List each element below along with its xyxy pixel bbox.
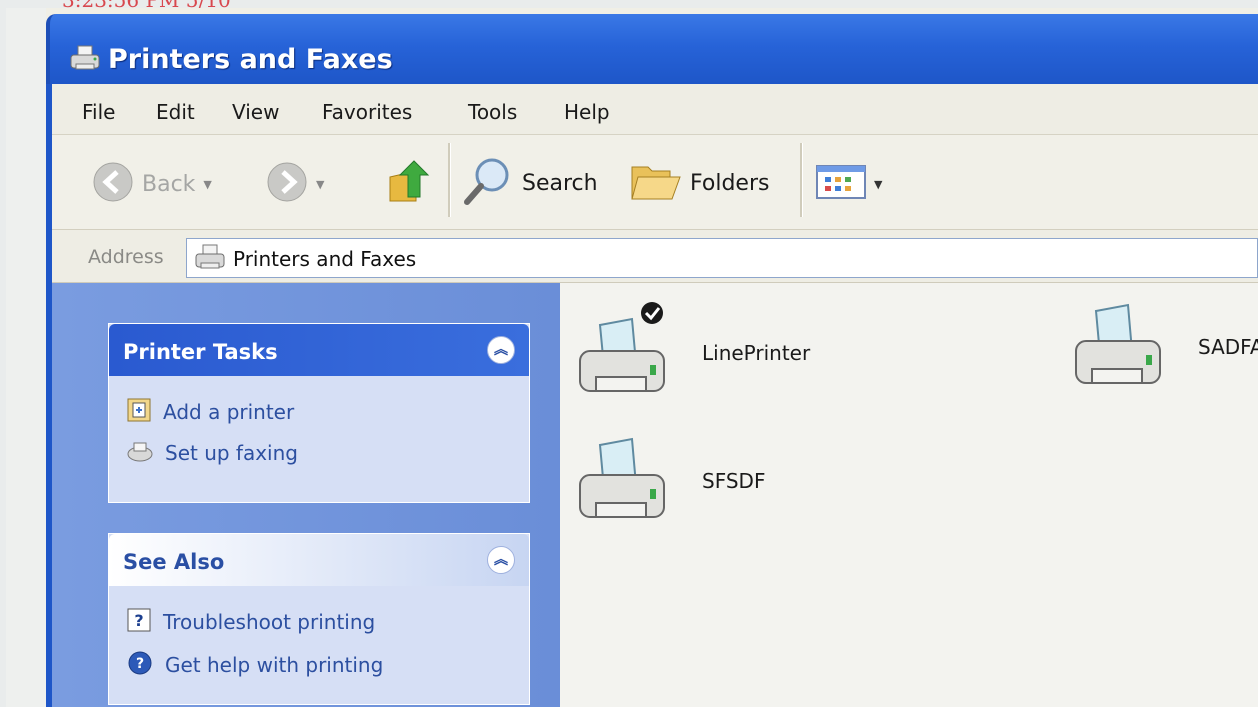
help-circle-icon: ?	[127, 650, 153, 680]
window-title: Printers and Faxes	[108, 44, 393, 75]
task-setup-faxing[interactable]: Set up faxing	[127, 440, 515, 466]
task-get-help-label: Get help with printing	[165, 653, 384, 677]
menu-help[interactable]: Help	[564, 100, 610, 124]
add-printer-icon	[127, 398, 151, 426]
menu-view[interactable]: View	[232, 100, 279, 124]
printer-tasks-header[interactable]: Printer Tasks ︽	[109, 324, 529, 376]
printer-name: LinePrinter	[702, 341, 811, 365]
explorer-window: Printers and Faxes File Edit View Favori…	[6, 8, 1258, 707]
up-folder-button[interactable]	[386, 157, 432, 209]
task-setup-faxing-label: Set up faxing	[165, 441, 298, 465]
search-icon	[462, 155, 514, 211]
up-folder-icon	[386, 157, 432, 209]
see-also-list: ? Troubleshoot printing ? Get help with …	[109, 586, 529, 707]
printer-icon	[1068, 295, 1178, 399]
printers-folder-icon	[193, 243, 227, 277]
address-bar: Address Printers and Faxes	[52, 230, 1258, 283]
folders-label: Folders	[690, 170, 770, 196]
menu-file[interactable]: File	[82, 100, 115, 124]
svg-text:?: ?	[134, 611, 143, 630]
collapse-chevron-icon[interactable]: ︽	[487, 546, 515, 574]
folders-button[interactable]: Folders	[630, 159, 769, 207]
views-dropdown-icon[interactable]: ▼	[874, 178, 882, 191]
title-bar[interactable]: Printers and Faxes	[46, 14, 1258, 84]
fax-icon	[127, 440, 153, 466]
task-troubleshoot-printing[interactable]: ? Troubleshoot printing	[127, 608, 515, 636]
back-arrow-icon	[92, 161, 134, 207]
default-printer-icon	[572, 301, 682, 405]
task-get-help-printing[interactable]: ? Get help with printing	[127, 650, 515, 680]
svg-text:?: ?	[136, 656, 144, 672]
printer-item-sfsdf[interactable]: SFSDF	[572, 429, 765, 533]
search-button[interactable]: Search	[462, 155, 598, 211]
address-label: Address	[88, 246, 164, 268]
printer-tasks-panel: Printer Tasks ︽ Add a printer Set up fax…	[108, 323, 530, 503]
forward-button[interactable]: ▼	[266, 161, 324, 207]
menu-tools[interactable]: Tools	[468, 100, 517, 124]
toolbar: Back ▼ ▼ Search Folders ▼	[52, 135, 1258, 230]
printer-icon	[572, 429, 682, 533]
help-question-icon: ?	[127, 608, 151, 636]
screen-margin	[6, 8, 46, 707]
task-troubleshoot-label: Troubleshoot printing	[163, 610, 376, 634]
printer-tasks-title: Printer Tasks	[123, 340, 278, 364]
search-label: Search	[522, 170, 598, 196]
forward-dropdown-icon[interactable]: ▼	[316, 178, 324, 191]
see-also-header[interactable]: See Also ︽	[109, 534, 529, 586]
toolbar-separator	[800, 143, 803, 217]
views-button[interactable]: ▼	[816, 165, 882, 203]
printers-folder-icon	[68, 44, 102, 78]
address-value: Printers and Faxes	[233, 247, 417, 271]
see-also-panel: See Also ︽ ? Troubleshoot printing ? Get…	[108, 533, 530, 705]
menu-favorites[interactable]: Favorites	[322, 100, 412, 124]
see-also-title: See Also	[123, 550, 225, 574]
task-pane: Printer Tasks ︽ Add a printer Set up fax…	[52, 283, 560, 707]
folders-icon	[630, 159, 682, 207]
printer-name: SADFA	[1198, 335, 1258, 359]
menu-edit[interactable]: Edit	[156, 100, 195, 124]
task-add-printer-label: Add a printer	[163, 400, 295, 424]
toolbar-separator	[448, 143, 451, 217]
views-grid-icon	[816, 165, 866, 203]
task-add-printer[interactable]: Add a printer	[127, 398, 515, 426]
menu-bar: File Edit View Favorites Tools Help	[52, 84, 1258, 135]
printer-list: LinePrinter SFSDF SADFA	[560, 283, 1258, 707]
collapse-chevron-icon[interactable]: ︽	[487, 336, 515, 364]
back-dropdown-icon[interactable]: ▼	[203, 178, 211, 191]
printer-item-sadfa[interactable]: SADFA	[1068, 295, 1258, 399]
back-button[interactable]: Back ▼	[92, 161, 212, 207]
back-label: Back	[142, 171, 196, 197]
printer-item-lineprinter[interactable]: LinePrinter	[572, 301, 810, 405]
address-input[interactable]: Printers and Faxes	[186, 238, 1258, 278]
printer-tasks-list: Add a printer Set up faxing	[109, 376, 529, 498]
printer-name: SFSDF	[702, 469, 766, 493]
forward-arrow-icon	[266, 161, 308, 207]
